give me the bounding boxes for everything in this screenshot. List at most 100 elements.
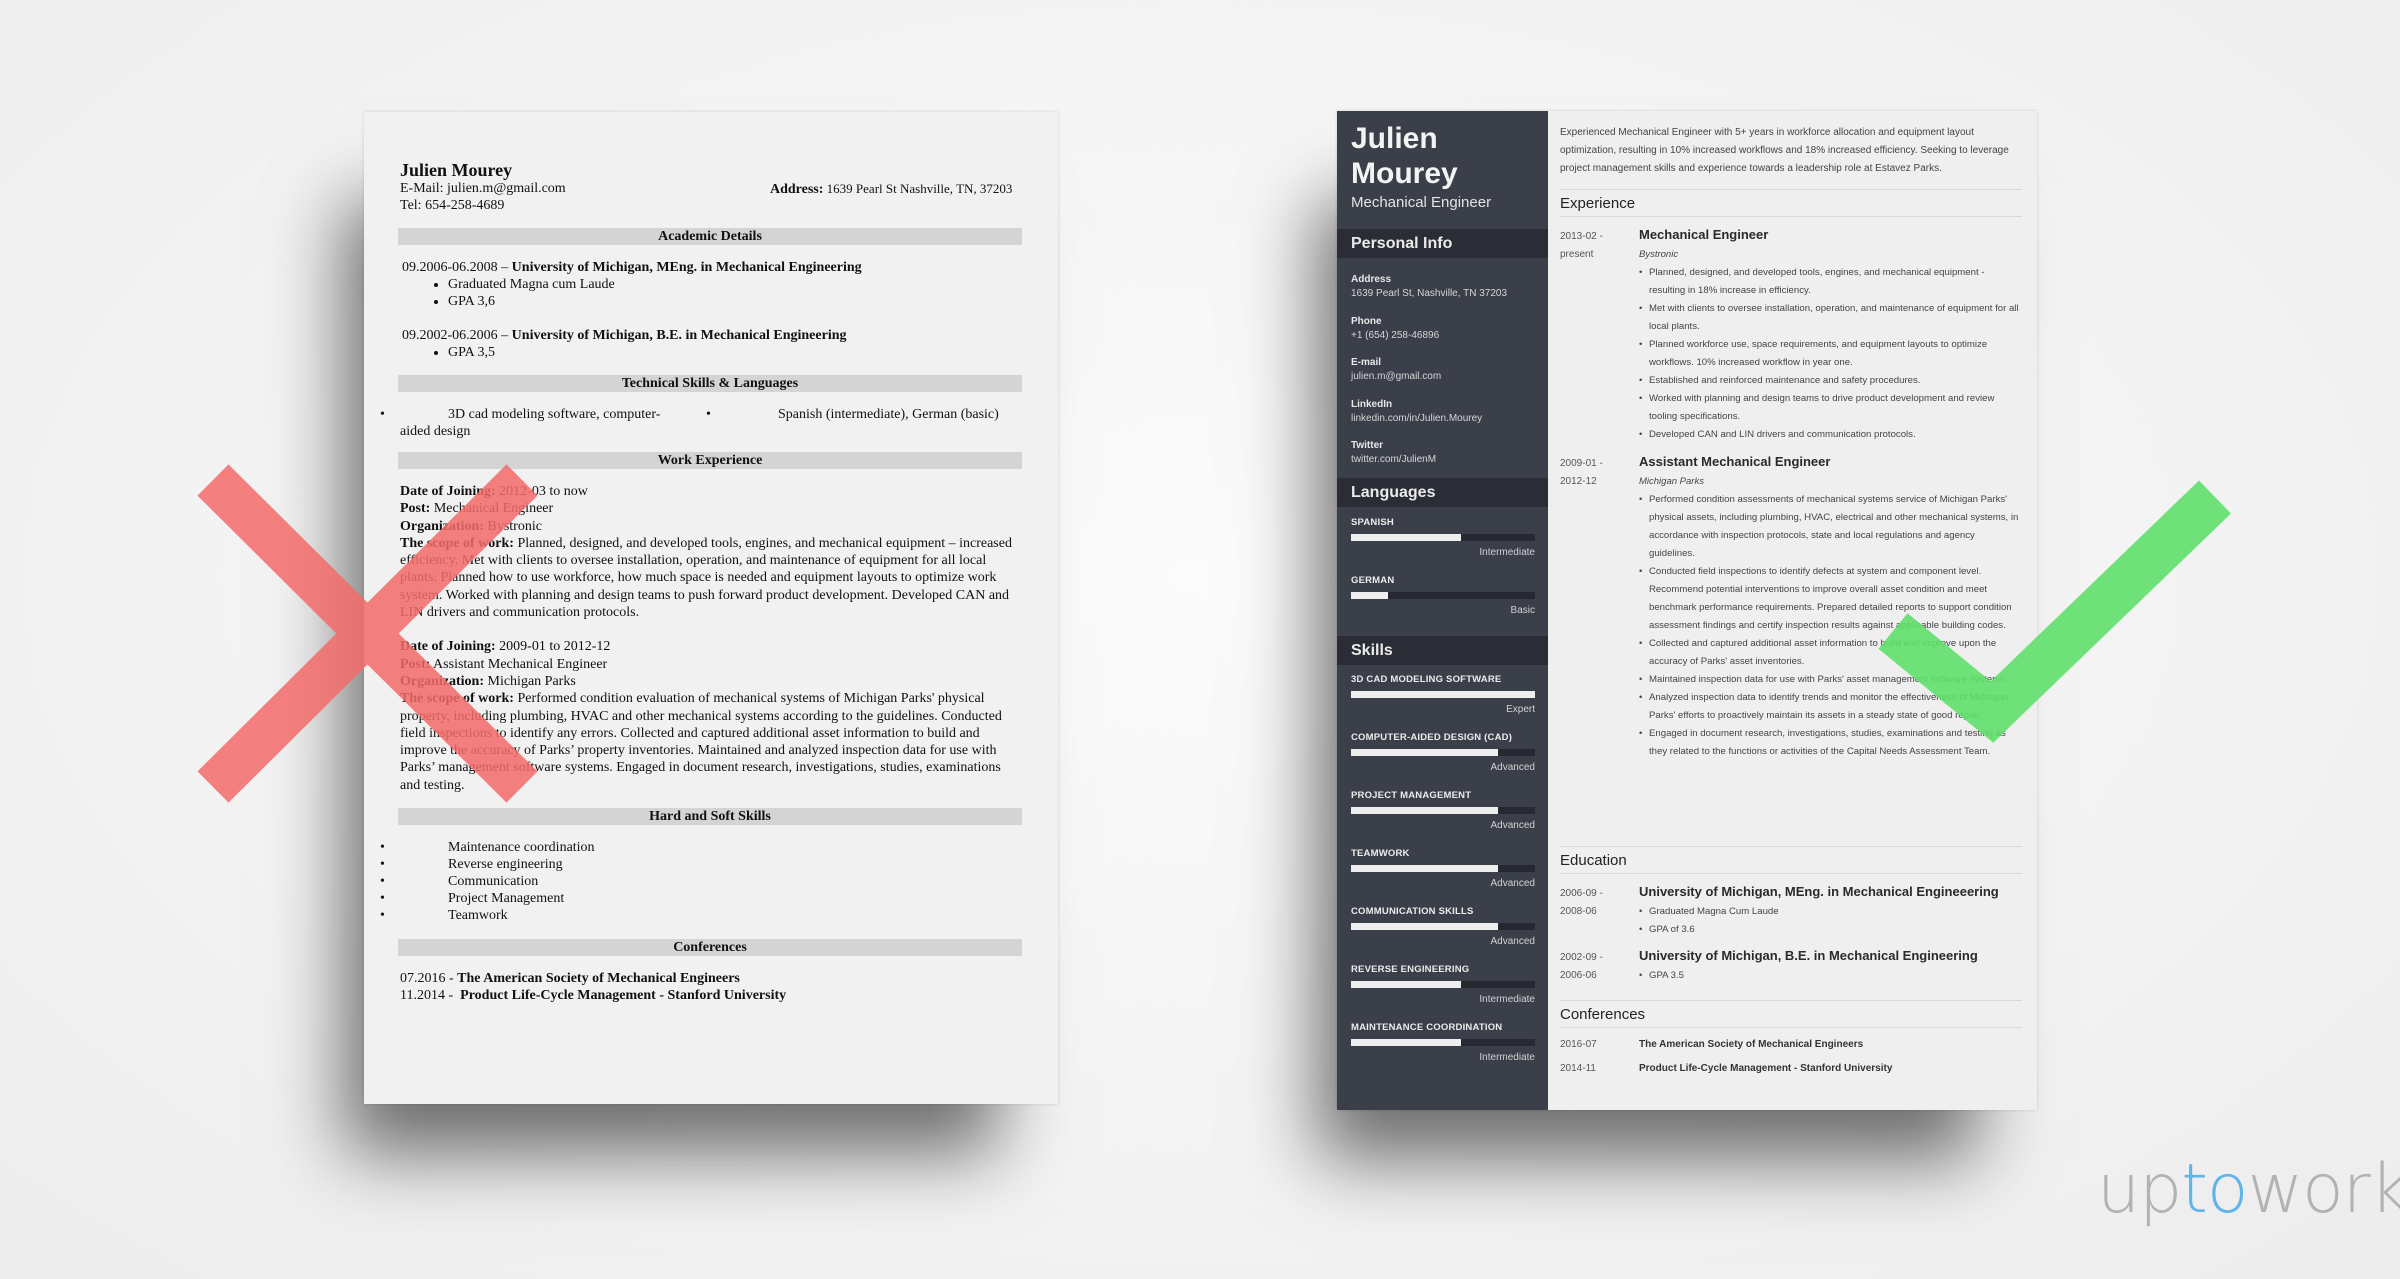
bar-label: 3D CAD MODELING SOFTWARE (1351, 674, 1502, 685)
field-value: Performed condition evaluation of mechan… (400, 691, 1002, 793)
proficiency-bar-fill (1351, 865, 1499, 872)
proficiency-bar (1351, 807, 1535, 814)
proficiency-bar (1351, 923, 1535, 930)
logo-suffix: work (2247, 1150, 2400, 1229)
address-label: Address: (770, 182, 824, 197)
education-dates: 09.2002-06.2006 – (402, 328, 512, 343)
personal-info-label: Address (1351, 274, 1392, 285)
bullet-icon: • (380, 407, 385, 422)
conference-title: Product Life-Cycle Management - Stanford… (460, 988, 787, 1004)
field-value: 2009-01 to 2012-12 (495, 639, 611, 655)
bar-label: TEAMWORK (1351, 848, 1410, 859)
bad-education-entry: 09.2006-06.2008 – University of Michigan… (400, 259, 1022, 310)
overlay-marks (197, 464, 2231, 803)
section-header-work: Work Experience (398, 452, 1022, 469)
experience-heading: Experience (1560, 195, 2022, 217)
field-label: The scope of work: (400, 691, 514, 707)
divider (1560, 1000, 2022, 1001)
field-value: Assistant Mechanical Engineer (430, 656, 608, 672)
bad-resume-header: Julien Mourey E-Mail: julien.m@gmail.com… (400, 160, 1022, 214)
education-degree: University of Michigan, MEng. in Mechani… (511, 260, 862, 275)
bullet-item: Met with clients to oversee installation… (1639, 300, 2023, 336)
bad-resume-name: Julien Mourey (400, 160, 513, 180)
bullet-item: Analyzed inspection data to identify tre… (1639, 689, 2023, 725)
experience-dates: 2013-02 - present (1560, 231, 1603, 260)
experience-body: Mechanical Engineer Bystronic Planned, d… (1639, 224, 2023, 444)
proficiency-bar-fill (1351, 923, 1499, 930)
education-bullets: Graduated Magna Cum LaudeGPA of 3.6 (1639, 903, 2023, 939)
proficiency-bar-fill (1351, 807, 1499, 814)
conference-title: The American Society of Mechanical Engin… (457, 971, 740, 987)
education-bullet: GPA 3,5 (448, 344, 1022, 361)
logo-accent: to (2181, 1150, 2248, 1229)
good-resume-example: Julien Mourey Mechanical Engineer Person… (1337, 111, 2037, 1110)
education-body: University of Michigan, MEng. in Mechani… (1639, 881, 2023, 939)
skill-item: Reverse engineering (380, 856, 1022, 873)
bad-resume-content: Julien Mourey E-Mail: julien.m@gmail.com… (380, 160, 1022, 1004)
work-scope: The scope of work: Planned, designed, an… (400, 535, 1022, 621)
skill-item: Teamwork (380, 907, 1022, 924)
job-title: Mechanical Engineer (1351, 194, 1492, 211)
last-name: Mourey (1351, 157, 1458, 190)
education-body: University of Michigan, B.E. in Mechanic… (1639, 945, 2023, 985)
proficiency-bar (1351, 534, 1535, 541)
field-label: Post: (400, 501, 431, 517)
bullet-item: GPA of 3.6 (1639, 921, 2023, 939)
bar-label: COMPUTER-AIDED DESIGN (CAD) (1351, 732, 1513, 743)
field-label: Organization: (400, 518, 484, 534)
section-header-technical: Technical Skills & Languages (398, 375, 1022, 392)
bullet-item: Graduated Magna Cum Laude (1639, 903, 2023, 921)
bullet-icon: • (706, 407, 711, 422)
bad-work-entry: Date of Joining: 2009-01 to 2012-12 Post… (400, 638, 1022, 794)
education-dates: 2002-09 - 2006-06 (1560, 952, 1603, 981)
proficiency-level: Intermediate (1479, 547, 1535, 558)
skills-heading: Skills (1337, 636, 1548, 665)
experience-bullets: Planned, designed, and developed tools, … (1639, 264, 2023, 444)
technical-skills: • 3D cad modeling software, computer-aid… (380, 406, 1022, 446)
bar-label: REVERSE ENGINEERING (1351, 964, 1470, 975)
bar-label: PROJECT MANAGEMENT (1351, 790, 1472, 801)
personal-info-value: +1 (654) 258-46896 (1351, 329, 1440, 341)
divider (1560, 846, 2022, 847)
proficiency-level: Basic (1510, 605, 1535, 616)
conference-date: 2016-07 (1560, 1039, 1597, 1050)
experience-role: Assistant Mechanical Engineer (1639, 454, 1831, 469)
education-bullets: GPA 3.5 (1639, 967, 2023, 985)
education-bullet: Graduated Magna cum Laude (448, 276, 1022, 293)
bullet-item: Planned workforce use, space requirement… (1639, 336, 2023, 372)
bad-resume-address: Address: 1639 Pearl St Nashville, TN, 37… (770, 181, 1012, 198)
experience-body: Assistant Mechanical Engineer Michigan P… (1639, 451, 2023, 761)
languages-heading: Languages (1337, 478, 1548, 507)
personal-info-label: E-mail (1351, 357, 1382, 368)
proficiency-level: Intermediate (1479, 994, 1535, 1005)
bullet-item: Worked with planning and design teams to… (1639, 390, 2023, 426)
field-label: Organization: (400, 673, 484, 689)
logo-prefix: up (2097, 1150, 2182, 1229)
education-title: University of Michigan, B.E. in Mechanic… (1639, 948, 1978, 963)
experience-dates: 2009-01 - 2012-12 (1560, 458, 1603, 487)
experience-org: Michigan Parks (1639, 476, 1704, 487)
proficiency-bar-fill (1351, 592, 1388, 599)
bar-label: COMMUNICATION SKILLS (1351, 906, 1474, 917)
proficiency-bar-fill (1351, 691, 1535, 698)
skill-item: Maintenance coordination (380, 839, 1022, 856)
technical-item: Spanish (intermediate), German (basic) (778, 407, 999, 422)
bar-label: MAINTENANCE COORDINATION (1351, 1022, 1503, 1033)
personal-info-value: twitter.com/JulienM (1351, 454, 1437, 465)
resume-main-column: Experienced Mechanical Engineer with 5+ … (1548, 111, 2037, 1110)
bar-label: SPANISH (1351, 517, 1394, 528)
technical-item: 3D cad modeling software, computer-aided… (400, 407, 661, 439)
bad-resume-tel: Tel: 654-258-4689 (400, 198, 505, 213)
bullet-item: Engaged in document research, investigat… (1639, 725, 2023, 761)
conference-date: 2014-11 (1560, 1063, 1596, 1074)
education-dates: 2006-09 - 2008-06 (1560, 888, 1603, 917)
proficiency-bar (1351, 749, 1535, 756)
work-date: Date of Joining: 2012-03 to now (400, 483, 1022, 500)
work-post: Post: Assistant Mechanical Engineer (400, 656, 1022, 673)
education-title: 09.2006-06.2008 – University of Michigan… (402, 259, 1022, 276)
skill-item: Project Management (380, 890, 1022, 907)
bar-label: GERMAN (1351, 575, 1395, 586)
uptowork-logo: uptowork (2097, 1150, 2400, 1230)
proficiency-level: Advanced (1490, 762, 1535, 773)
education-bullet: GPA 3,6 (448, 293, 1022, 310)
